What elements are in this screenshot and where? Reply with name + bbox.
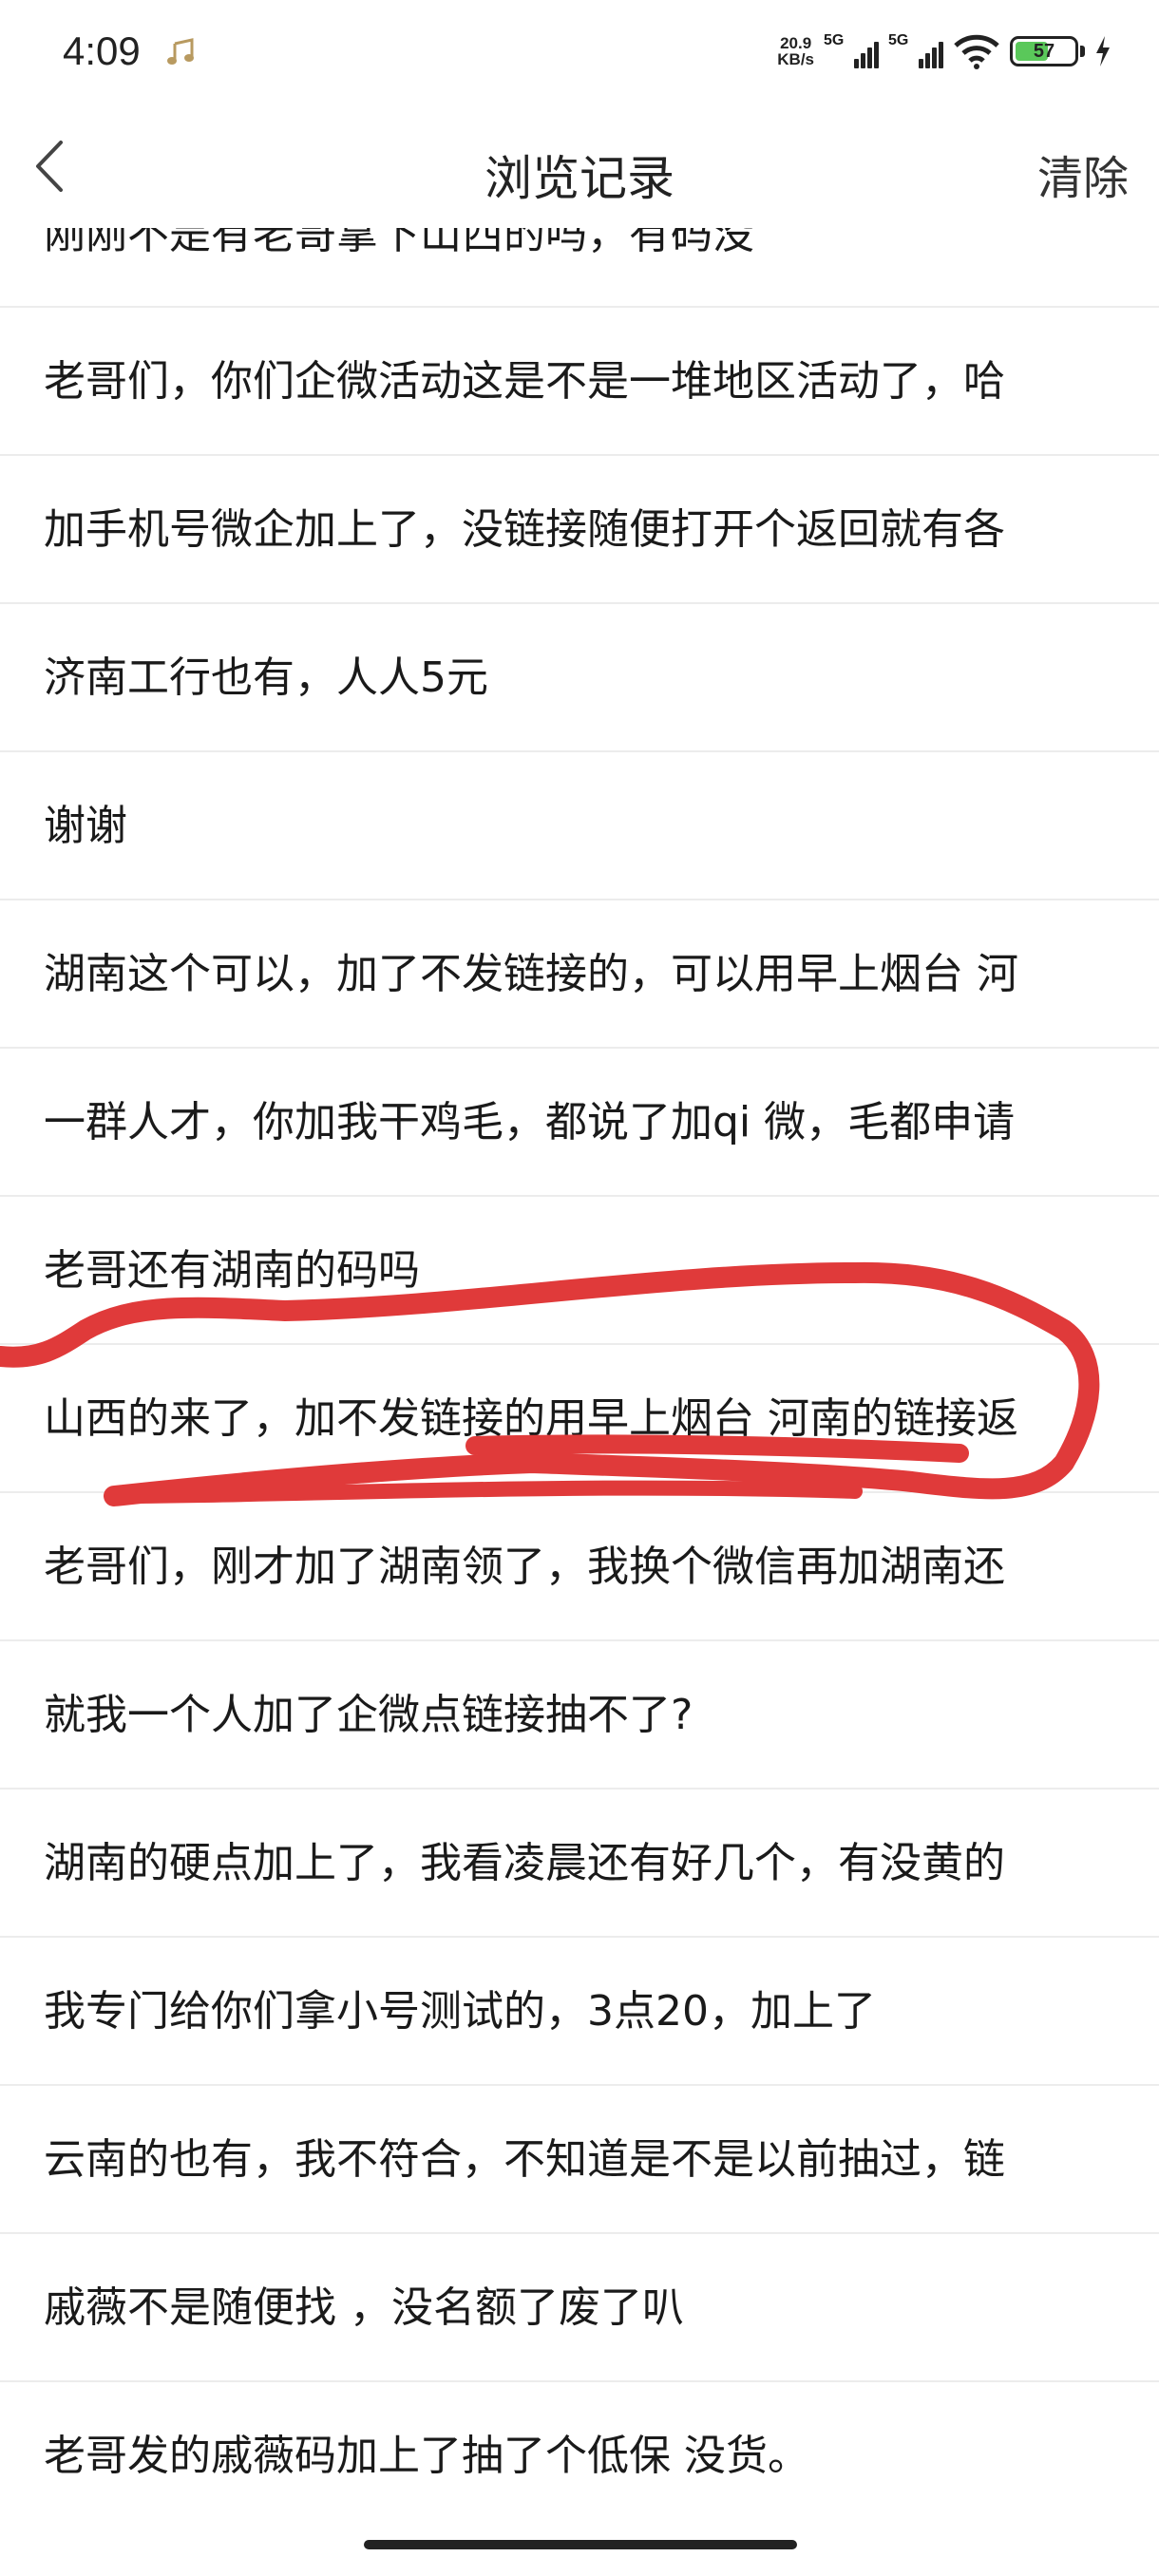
list-item[interactable]: 老哥们，你们企微活动这是不是一堆地区活动了，哈 — [0, 308, 1159, 456]
list-item-text: 谢谢 — [44, 802, 127, 850]
list-item[interactable]: 戚薇不是随便找 ，没名额了废了叭 — [0, 2234, 1159, 2382]
status-indicators: 20.9 KB/s 5G 5G 57 — [777, 30, 1112, 72]
list-item-text: 湖南的硬点加上了，我看凌晨还有好几个，有没黄的 — [44, 1839, 1005, 1887]
list-item[interactable]: 我专门给你们拿小号测试的，3点20，加上了 — [0, 1938, 1159, 2086]
list-item[interactable]: 一群人才，你加我干鸡毛，都说了加qi 微，毛都申请 — [0, 1049, 1159, 1197]
network-speed-value: 20.9 — [780, 34, 812, 52]
list-item[interactable]: 加手机号微企加上了，没链接随便打开个返回就有各 — [0, 456, 1159, 604]
history-rows: 老哥们，你们企微活动这是不是一堆地区活动了，哈 加手机号微企加上了，没链接随便打开… — [0, 308, 1159, 2527]
list-item-text: 老哥还有湖南的码吗 — [44, 1246, 420, 1295]
wifi-icon — [953, 32, 1000, 70]
page-title: 浏览记录 — [484, 151, 674, 206]
battery-level: 57 — [1033, 41, 1055, 62]
status-bar: 4:09 20.9 KB/s 5G 5G 57 — [0, 0, 1159, 104]
list-item-text: 老哥们，你们企微活动这是不是一堆地区活动了，哈 — [44, 357, 1005, 406]
network-speed: 20.9 KB/s — [777, 35, 814, 67]
list-item-text: 一群人才，你加我干鸡毛，都说了加qi 微，毛都申请 — [44, 1098, 1016, 1146]
history-list: 刚刚不是有老哥拿下山西的吗，有码没 老哥们，你们企微活动这是不是一堆地区活动了，… — [0, 228, 1159, 2527]
battery-icon: 57 — [1010, 36, 1085, 66]
list-item[interactable]: 就我一个人加了企微点链接抽不了? — [0, 1641, 1159, 1790]
list-item-text: 济南工行也有，人人5元 — [44, 653, 488, 702]
list-item-text: 云南的也有，我不符合，不知道是不是以前抽过，链 — [44, 2135, 1005, 2184]
list-item-text: 刚刚不是有老哥拿下山西的吗，有码没 — [44, 228, 754, 258]
home-indicator[interactable] — [364, 2540, 797, 2549]
network-speed-unit: KB/s — [777, 50, 814, 68]
list-item-text: 就我一个人加了企微点链接抽不了? — [44, 1691, 694, 1739]
list-item-text: 戚薇不是随便找 ，没名额了废了叭 — [44, 2283, 684, 2332]
charging-icon — [1094, 36, 1112, 66]
list-item-text: 我专门给你们拿小号测试的，3点20，加上了 — [44, 1987, 876, 2036]
status-time: 4:09 — [63, 28, 141, 73]
system-nav-bar — [0, 2527, 1159, 2576]
list-item-text: 加手机号微企加上了，没链接随便打开个返回就有各 — [44, 505, 1005, 554]
signal-1-label: 5G — [824, 32, 845, 48]
signal-2-icon: 5G — [888, 32, 943, 68]
list-item-text: 老哥们，刚才加了湖南领了，我换个微信再加湖南还 — [44, 1543, 1005, 1591]
music-note-icon — [167, 38, 200, 66]
signal-2-label: 5G — [888, 32, 909, 48]
list-item-partial[interactable]: 刚刚不是有老哥拿下山西的吗，有码没 — [0, 228, 1159, 308]
list-item-text: 老哥发的戚薇码加上了抽了个低保 没货。 — [44, 2432, 809, 2480]
list-item[interactable]: 老哥们，刚才加了湖南领了，我换个微信再加湖南还 — [0, 1493, 1159, 1641]
list-item[interactable]: 老哥还有湖南的码吗 — [0, 1197, 1159, 1345]
list-item-text: 山西的来了，加不发链接的用早上烟台 河南的链接返 — [44, 1394, 1018, 1443]
list-item[interactable]: 云南的也有，我不符合，不知道是不是以前抽过，链 — [0, 2086, 1159, 2234]
clear-button[interactable]: 清除 — [1037, 141, 1129, 207]
list-item[interactable]: 山西的来了，加不发链接的用早上烟台 河南的链接返 — [0, 1345, 1159, 1493]
app-header: 浏览记录 清除 — [0, 104, 1159, 228]
signal-1-icon: 5G — [824, 32, 879, 68]
list-item[interactable]: 济南工行也有，人人5元 — [0, 604, 1159, 752]
list-item[interactable]: 湖南的硬点加上了，我看凌晨还有好几个，有没黄的 — [0, 1790, 1159, 1938]
list-item[interactable]: 老哥发的戚薇码加上了抽了个低保 没货。 — [0, 2382, 1159, 2527]
list-item[interactable]: 湖南这个可以，加了不发链接的，可以用早上烟台 河 — [0, 900, 1159, 1049]
list-item[interactable]: 谢谢 — [0, 752, 1159, 900]
list-item-text: 湖南这个可以，加了不发链接的，可以用早上烟台 河 — [44, 950, 1018, 998]
